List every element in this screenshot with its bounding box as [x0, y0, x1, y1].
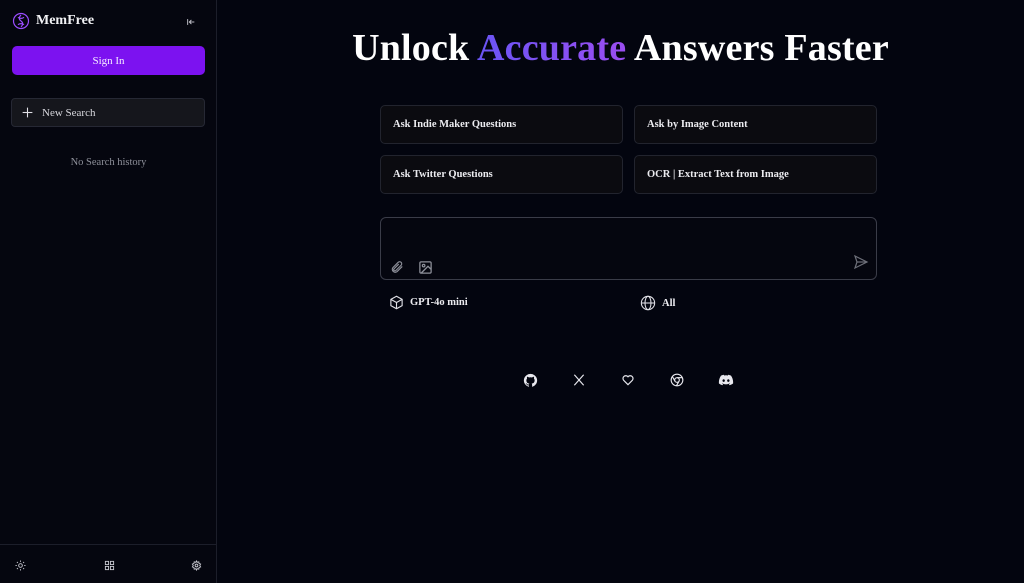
- main-content: Unlock Accurate Answers Faster Ask Indie…: [217, 0, 1024, 583]
- attach-image-button[interactable]: [417, 259, 433, 275]
- send-icon: [853, 254, 869, 270]
- empty-history-text: No Search history: [70, 157, 147, 168]
- sidebar: MemFree Sign In New Search No Search his…: [0, 0, 217, 583]
- sun-icon: [14, 559, 26, 571]
- brand-name: MemFree: [36, 13, 95, 28]
- collapse-sidebar-button[interactable]: [183, 14, 199, 30]
- cube-icon: [390, 295, 403, 310]
- image-icon: [418, 260, 432, 274]
- theme-toggle-button[interactable]: [14, 559, 26, 571]
- new-search-label: New Search: [42, 106, 96, 119]
- model-label: GPT-4o mini: [410, 297, 468, 308]
- suggestion-twitter[interactable]: Ask Twitter Questions: [380, 155, 623, 194]
- github-icon: [523, 373, 537, 387]
- brand[interactable]: MemFree: [12, 12, 94, 30]
- headline-part-2: Answers Faster: [626, 27, 889, 69]
- sidebar-footer: [0, 544, 216, 583]
- github-link[interactable]: [522, 372, 538, 388]
- attach-file-button[interactable]: [389, 259, 405, 275]
- source-selector[interactable]: All: [640, 295, 675, 311]
- source-label: All: [662, 297, 676, 309]
- collapse-icon: [187, 19, 195, 25]
- grid-icon: [104, 560, 114, 570]
- sign-in-button[interactable]: Sign In: [12, 46, 205, 75]
- search-composer: [380, 217, 877, 280]
- headline-part-1: Unlock: [352, 27, 477, 69]
- heart-icon: [622, 375, 634, 386]
- suggestion-ocr[interactable]: OCR | Extract Text from Image: [634, 155, 877, 194]
- app-root: MemFree Sign In New Search No Search his…: [0, 0, 1024, 583]
- model-selector[interactable]: GPT-4o mini: [389, 295, 468, 310]
- paperclip-icon: [391, 261, 403, 273]
- discord-link[interactable]: [718, 372, 734, 388]
- chrome-icon: [670, 373, 684, 387]
- page-headline: Unlock Accurate Answers Faster: [217, 26, 1024, 70]
- chrome-extension-link[interactable]: [669, 372, 685, 388]
- memfree-logo-icon: [12, 12, 30, 30]
- x-icon: [573, 374, 585, 386]
- suggestion-indie-maker[interactable]: Ask Indie Maker Questions: [380, 105, 623, 144]
- send-button[interactable]: [853, 254, 869, 270]
- search-input[interactable]: [391, 226, 831, 252]
- suggestion-image-content[interactable]: Ask by Image Content: [634, 105, 877, 144]
- sponsor-link[interactable]: [620, 372, 636, 388]
- x-link[interactable]: [571, 372, 587, 388]
- discord-icon: [718, 374, 734, 386]
- settings-button[interactable]: [190, 559, 202, 571]
- plus-icon: [22, 107, 33, 118]
- gear-icon: [191, 559, 201, 571]
- globe-icon: [640, 295, 656, 311]
- new-search-button[interactable]: New Search: [11, 98, 205, 127]
- headline-accent: Accurate: [477, 27, 627, 69]
- apps-button[interactable]: [103, 559, 115, 571]
